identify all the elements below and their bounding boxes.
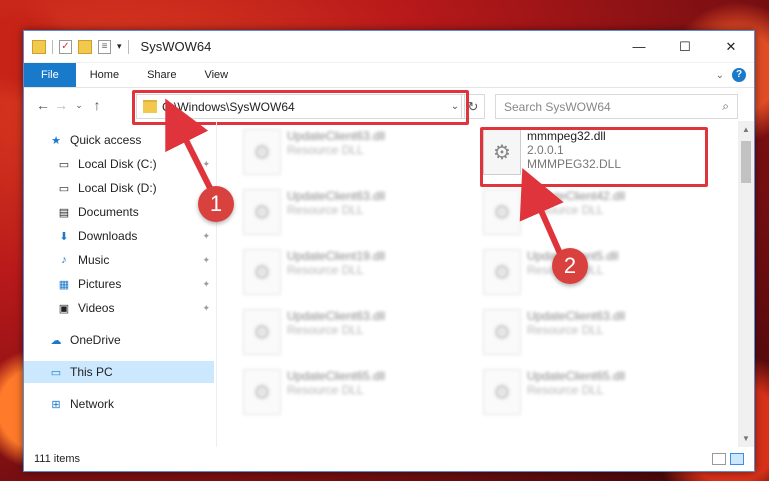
new-folder-icon[interactable] [78, 39, 92, 54]
list-item[interactable]: ⚙ UpdateClient63.dll Resource DLL [243, 129, 463, 181]
nav-item-network[interactable]: ⊞ Network [24, 393, 214, 415]
file-list: ⚙ UpdateClient63.dll Resource DLL ⚙ mmmpe… [217, 121, 754, 447]
list-item[interactable]: ⚙ UpdateClient65.dll Resource DLL [243, 369, 463, 421]
drive-icon: ▭ [58, 158, 70, 171]
navigation-pane: ★ Quick access ▭ Local Disk (C:) ✦ ▭ Loc… [24, 121, 217, 447]
search-input[interactable]: Search SysWOW64 ⌕ [495, 94, 738, 119]
pin-icon[interactable]: ✦ [202, 255, 210, 266]
scroll-thumb[interactable] [741, 141, 751, 183]
search-icon: ⌕ [722, 99, 729, 113]
list-item[interactable]: ⚙ UpdateClient63.dll Resource DLL [483, 309, 703, 361]
star-icon: ★ [51, 134, 61, 147]
tab-file[interactable]: File [24, 63, 76, 87]
vertical-scrollbar[interactable]: ▲ ▼ [738, 121, 754, 447]
pin-icon[interactable]: ✦ [202, 159, 210, 170]
nav-item-music[interactable]: ♪ Music ✦ [24, 249, 214, 271]
list-item[interactable]: ⚙ UpdateClient65.dll Resource DLL [483, 369, 703, 421]
navigation-bar: ← → ⌄ ↑ C:\Windows\SysWOW64 ⌄ ↻ Search S… [24, 88, 754, 125]
cloud-icon: ☁ [50, 334, 62, 347]
nav-item-documents[interactable]: ▤ Documents ✦ [24, 201, 214, 223]
folder-icon [32, 39, 46, 54]
nav-item-pictures[interactable]: ▦ Pictures ✦ [24, 273, 214, 295]
large-icons-view-icon[interactable] [730, 453, 744, 465]
drive-icon: ▭ [58, 182, 70, 195]
nav-item-onedrive[interactable]: ☁ OneDrive [24, 329, 214, 351]
dropdown-icon[interactable]: ▾ [117, 41, 122, 52]
pin-icon[interactable]: ✦ [202, 303, 210, 314]
nav-item-quick-access[interactable]: ★ Quick access [24, 129, 214, 151]
pin-icon[interactable]: ✦ [202, 279, 210, 290]
forward-arrow-icon[interactable]: → [52, 97, 70, 113]
dll-file-icon: ⚙ [243, 129, 281, 175]
status-bar: 111 items [24, 447, 754, 471]
customize-icon[interactable]: ≡ [98, 39, 111, 54]
help-icon[interactable]: ? [732, 68, 746, 82]
quick-access-toolbar: ✓ ≡ ▾ [24, 39, 129, 54]
recent-locations-icon[interactable]: ⌄ [70, 100, 88, 111]
details-view-icon[interactable] [712, 453, 726, 465]
content-area: ★ Quick access ▭ Local Disk (C:) ✦ ▭ Loc… [24, 121, 754, 447]
videos-icon: ▣ [58, 302, 70, 315]
downloads-icon: ⬇ [59, 230, 69, 243]
list-item[interactable]: ⚙ UpdateClient63.dll Resource DLL [243, 309, 463, 361]
properties-icon[interactable]: ✓ [59, 39, 72, 54]
explorer-window: ✓ ≡ ▾ SysWOW64 — ☐ ✕ File Home Share Vie… [23, 30, 755, 472]
maximize-button[interactable]: ☐ [662, 31, 708, 62]
minimize-button[interactable]: — [616, 31, 662, 62]
tab-share[interactable]: Share [133, 63, 190, 87]
nav-item-local-disk-c[interactable]: ▭ Local Disk (C:) ✦ [24, 153, 214, 175]
search-placeholder: Search SysWOW64 [504, 99, 611, 114]
documents-icon: ▤ [58, 206, 70, 219]
nav-item-downloads[interactable]: ⬇ Downloads ✦ [24, 225, 214, 247]
nav-item-local-disk-d[interactable]: ▭ Local Disk (D:) [24, 177, 214, 199]
address-highlight [132, 90, 469, 125]
music-icon: ♪ [61, 254, 67, 266]
window-title: SysWOW64 [140, 39, 212, 54]
ribbon-tabs: File Home Share View ⌄ ? [24, 63, 754, 88]
pin-icon[interactable]: ✦ [202, 231, 210, 242]
title-bar: ✓ ≡ ▾ SysWOW64 — ☐ ✕ [24, 31, 754, 63]
list-item[interactable]: ⚙ UpdateClient5.dllResource DLL [483, 249, 703, 301]
up-arrow-icon[interactable]: ↑ [88, 97, 106, 113]
step-badge-1: 1 [198, 186, 234, 222]
window-controls: — ☐ ✕ [616, 31, 754, 62]
list-item[interactable]: ⚙ UpdateClient42.dll Resource DLL [483, 189, 703, 241]
list-item[interactable]: ⚙ UpdateClient63.dll Resource DLL [243, 189, 463, 241]
nav-item-this-pc[interactable]: ▭ This PC [24, 361, 214, 383]
item-count: 111 items [34, 453, 81, 465]
scroll-up-icon[interactable]: ▲ [738, 125, 754, 134]
file-highlight [480, 127, 708, 187]
nav-item-videos[interactable]: ▣ Videos ✦ [24, 297, 214, 319]
list-item[interactable]: ⚙ UpdateClient19.dll Resource DLL [243, 249, 463, 301]
tab-home[interactable]: Home [76, 63, 133, 87]
back-arrow-icon[interactable]: ← [34, 97, 52, 113]
computer-icon: ▭ [50, 366, 62, 379]
step-badge-2: 2 [552, 248, 588, 284]
expand-ribbon-icon[interactable]: ⌄ [716, 70, 724, 81]
close-button[interactable]: ✕ [708, 31, 754, 62]
pictures-icon: ▦ [58, 278, 70, 291]
scroll-down-icon[interactable]: ▼ [738, 434, 754, 443]
tab-view[interactable]: View [190, 63, 242, 87]
network-icon: ⊞ [51, 398, 61, 411]
